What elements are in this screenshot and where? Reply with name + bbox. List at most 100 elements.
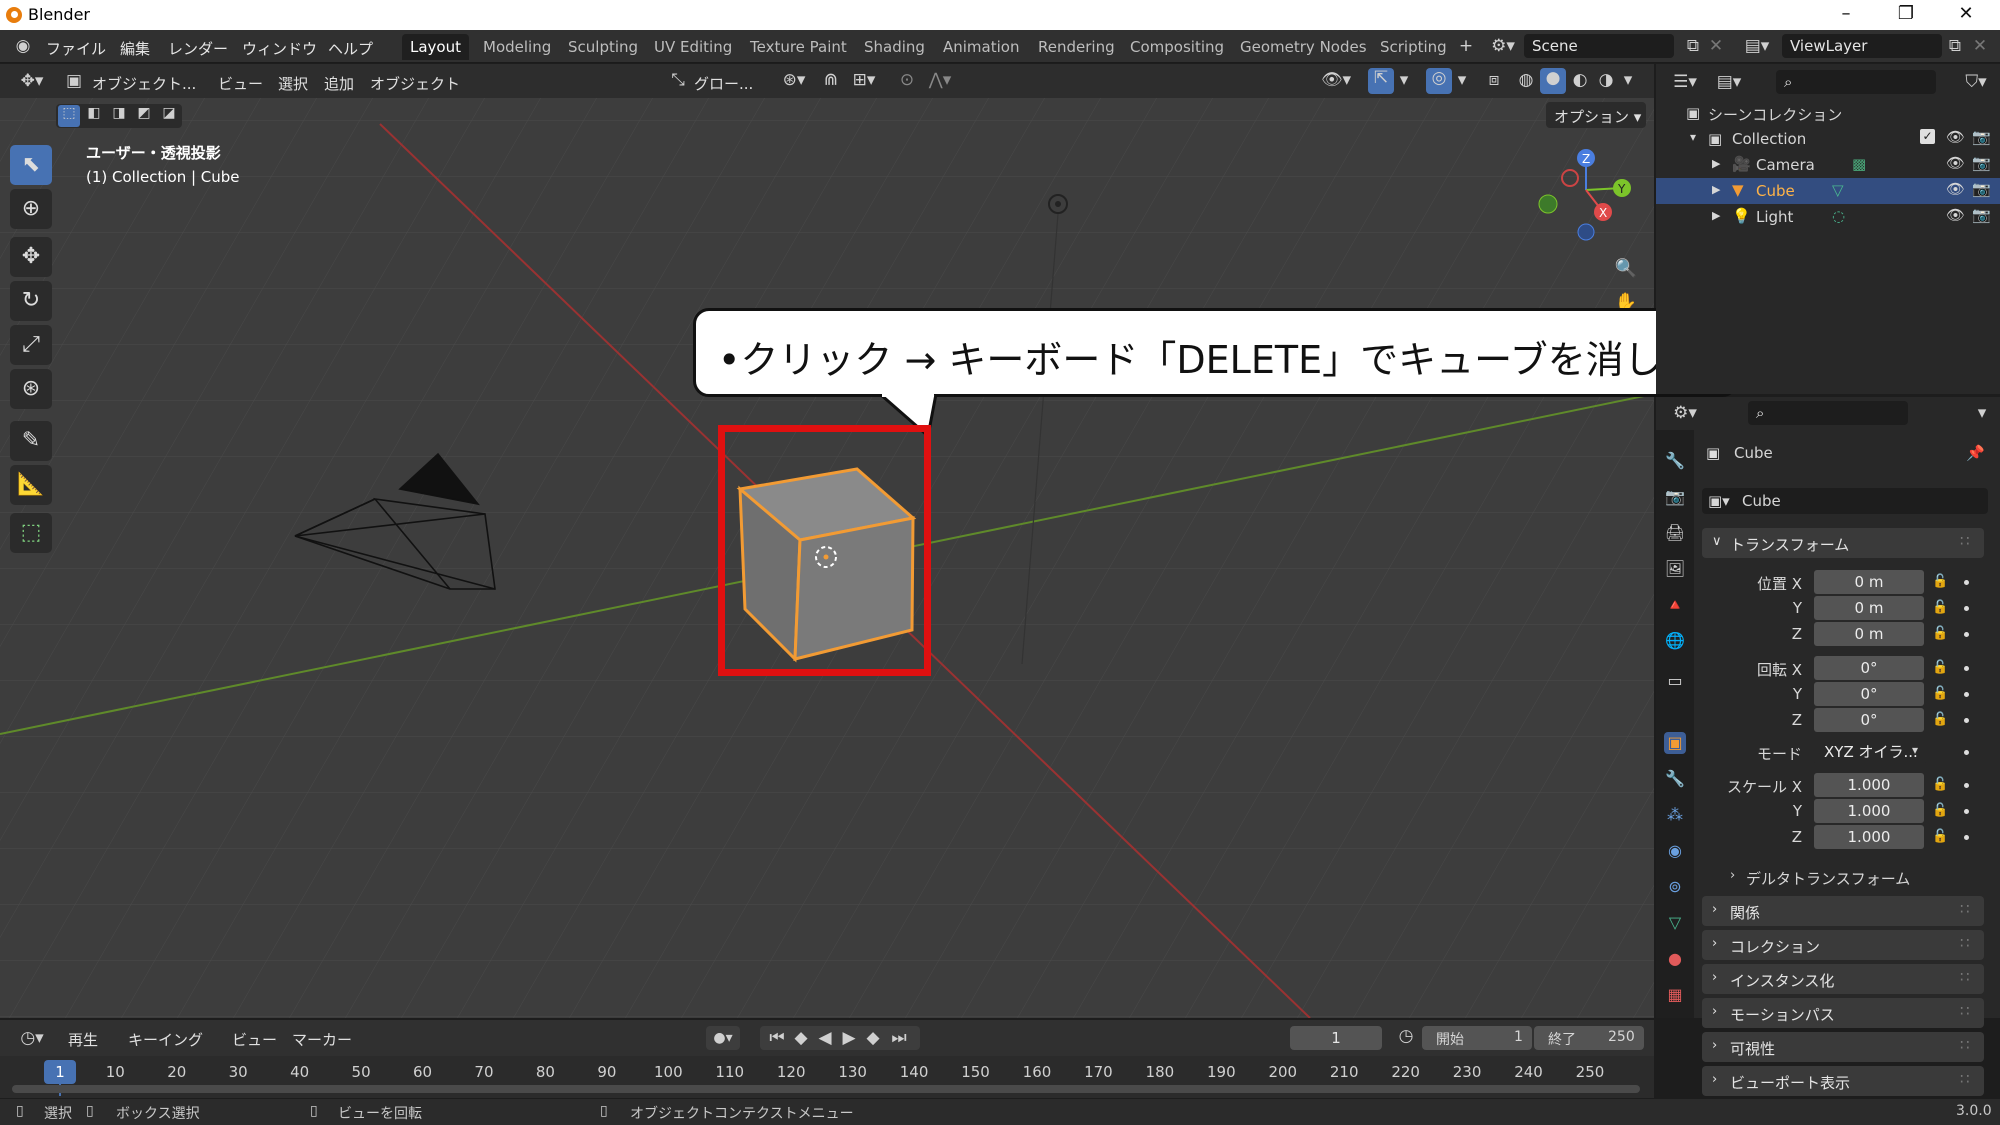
- play-icon[interactable]: ▶: [838, 1026, 860, 1050]
- annotate-tool[interactable]: ✎: [10, 421, 52, 461]
- render-tab-icon[interactable]: 📷: [1664, 486, 1686, 508]
- timeline-editor-type-icon[interactable]: ◷▾: [14, 1028, 50, 1048]
- filter-icon[interactable]: ⛉▾: [1956, 72, 1996, 92]
- prev-keyframe-icon[interactable]: ◆: [790, 1026, 812, 1050]
- tab-sculpting[interactable]: Sculpting: [560, 34, 646, 60]
- select-invert-icon[interactable]: ◩: [133, 105, 155, 121]
- scale-y-field[interactable]: 1.000: [1814, 799, 1924, 823]
- lock-icon[interactable]: 🔓: [1932, 660, 1950, 675]
- add-workspace-icon[interactable]: +: [1456, 36, 1476, 56]
- view-layer-field[interactable]: ViewLayer: [1782, 34, 1942, 58]
- menu-help[interactable]: ヘルプ: [328, 38, 373, 59]
- remove-view-layer-icon[interactable]: ✕: [1970, 36, 1990, 56]
- location-y-field[interactable]: 0 m: [1814, 596, 1924, 620]
- world-tab-icon[interactable]: 🌐: [1664, 630, 1686, 652]
- menu-file[interactable]: ファイル: [46, 38, 106, 59]
- blender-menu-icon[interactable]: ◉: [12, 36, 34, 56]
- mode-selector[interactable]: オブジェクト...: [92, 73, 196, 94]
- lock-icon[interactable]: 🔓: [1932, 626, 1950, 641]
- close-button[interactable]: ✕: [1936, 0, 1996, 30]
- keyframe-dot[interactable]: [1964, 809, 1969, 814]
- viewport-menu-add[interactable]: 追加: [324, 73, 354, 94]
- pivot-point-icon[interactable]: ⊛▾: [776, 70, 812, 90]
- snap-icon[interactable]: ⋒: [818, 70, 844, 90]
- collection-tab-icon[interactable]: ▭: [1664, 670, 1686, 692]
- gizmo-menu-icon[interactable]: ▾: [1396, 70, 1412, 90]
- jump-start-icon[interactable]: ⏮: [766, 1026, 788, 1050]
- falloff-icon[interactable]: ⋀▾: [922, 70, 958, 90]
- outliner-item-light[interactable]: ▶ 💡 Light ◌ 👁 📷: [1656, 204, 2000, 230]
- camera-visibility-icon[interactable]: 👁: [1946, 154, 1965, 172]
- rotation-mode-select[interactable]: XYZ オイラ...: [1814, 740, 1926, 764]
- menu-edit[interactable]: 編集: [120, 38, 150, 59]
- timeline-menu-view[interactable]: ビュー: [232, 1029, 277, 1050]
- snap-target-icon[interactable]: ⊞▾: [846, 70, 882, 90]
- tab-shading[interactable]: Shading: [856, 34, 933, 60]
- tab-animation[interactable]: Animation: [935, 34, 1027, 60]
- display-mode-icon[interactable]: ▤▾: [1712, 72, 1746, 92]
- rotation-y-field[interactable]: 0°: [1814, 682, 1924, 706]
- keyframe-dot[interactable]: [1964, 692, 1969, 697]
- scale-x-field[interactable]: 1.000: [1814, 773, 1924, 797]
- timeline-scrollbar[interactable]: [12, 1085, 1640, 1093]
- editor-type-icon[interactable]: ✥▾: [14, 71, 50, 91]
- gizmo-toggle-icon[interactable]: ⇱: [1368, 68, 1394, 94]
- tab-compositing[interactable]: Compositing: [1122, 34, 1232, 60]
- pin-icon[interactable]: 📌: [1966, 444, 1985, 462]
- data-tab-icon[interactable]: ▽: [1664, 912, 1686, 934]
- properties-search-input[interactable]: ⌕: [1748, 401, 1908, 425]
- select-intersect-icon[interactable]: ◪: [158, 105, 180, 121]
- delta-transform-subpanel[interactable]: › デルタトランスフォーム: [1720, 866, 1984, 890]
- visibility-icon[interactable]: 👁▾: [1318, 70, 1354, 90]
- select-box-tool[interactable]: ⬉: [10, 145, 52, 185]
- rendered-shading-icon[interactable]: ◑: [1594, 70, 1618, 90]
- keyframe-dot[interactable]: [1964, 718, 1969, 723]
- visibility-panel-header[interactable]: › 可視性 ∷: [1702, 1032, 1984, 1062]
- viewport-menu-view[interactable]: ビュー: [218, 73, 263, 94]
- keyframe-dot[interactable]: [1964, 632, 1969, 637]
- drag-handle-icon[interactable]: ∷: [1960, 1036, 1970, 1054]
- collection-checkbox[interactable]: ✓: [1920, 129, 1935, 144]
- output-tab-icon[interactable]: 🖨: [1664, 522, 1686, 544]
- move-tool[interactable]: ✥: [10, 237, 52, 277]
- outliner-item-camera[interactable]: ▶ 🎥 Camera ▩ 👁 📷: [1656, 152, 2000, 178]
- new-view-layer-icon[interactable]: ⧉: [1944, 36, 1966, 56]
- drag-handle-icon[interactable]: ∷: [1960, 900, 1970, 918]
- outliner-editor-type-icon[interactable]: ☰▾: [1668, 72, 1702, 92]
- scene-selector-icon[interactable]: ⚙▾: [1488, 36, 1518, 56]
- measure-tool[interactable]: 📐: [10, 465, 52, 505]
- overlay-toggle-icon[interactable]: ◎: [1426, 68, 1452, 94]
- particles-tab-icon[interactable]: ⁂: [1664, 804, 1686, 826]
- outliner-search-input[interactable]: ⌕: [1776, 70, 1936, 94]
- keyframe-dot[interactable]: [1964, 835, 1969, 840]
- mesh-data-icon[interactable]: ▽: [1832, 181, 1844, 199]
- constraints-tab-icon[interactable]: ⊚: [1664, 876, 1686, 898]
- outliner-item-cube[interactable]: ▶ ▼ Cube ▽ 👁 📷: [1656, 178, 2000, 204]
- overlay-menu-icon[interactable]: ▾: [1454, 70, 1470, 90]
- tab-scripting[interactable]: Scripting: [1372, 34, 1455, 60]
- keyframe-dot[interactable]: [1964, 666, 1969, 671]
- select-extend-icon[interactable]: ◧: [83, 105, 105, 121]
- timeline-menu-keying[interactable]: キーイング: [128, 1029, 203, 1050]
- timeline-menu-playback[interactable]: 再生: [68, 1029, 98, 1050]
- camera-render-icon[interactable]: 📷: [1972, 154, 1991, 172]
- light-visibility-icon[interactable]: 👁: [1946, 206, 1965, 224]
- cube-render-icon[interactable]: 📷: [1972, 180, 1991, 198]
- drag-handle-icon[interactable]: ∷: [1960, 1070, 1970, 1088]
- add-cube-tool[interactable]: ⬚: [10, 513, 52, 553]
- expand-arrow-icon[interactable]: ▶: [1712, 183, 1720, 196]
- lock-icon[interactable]: 🔓: [1932, 600, 1950, 615]
- light-render-icon[interactable]: 📷: [1972, 206, 1991, 224]
- relations-panel-header[interactable]: › 関係 ∷: [1702, 896, 1984, 926]
- rotate-tool[interactable]: ↻: [10, 281, 52, 321]
- lock-icon[interactable]: 🔓: [1932, 712, 1950, 727]
- properties-menu-icon[interactable]: ▾: [1972, 403, 1992, 423]
- texture-tab-icon[interactable]: ▦: [1664, 984, 1686, 1006]
- orientation-selector[interactable]: グロー...: [694, 73, 753, 94]
- remove-scene-icon[interactable]: ✕: [1706, 36, 1726, 56]
- proportional-edit-icon[interactable]: ⊙: [896, 70, 918, 90]
- shading-menu-icon[interactable]: ▾: [1620, 70, 1636, 90]
- cursor-tool[interactable]: ⊕: [10, 189, 52, 229]
- light-data-icon[interactable]: ◌: [1832, 207, 1845, 225]
- camera-data-icon[interactable]: ▩: [1852, 155, 1866, 173]
